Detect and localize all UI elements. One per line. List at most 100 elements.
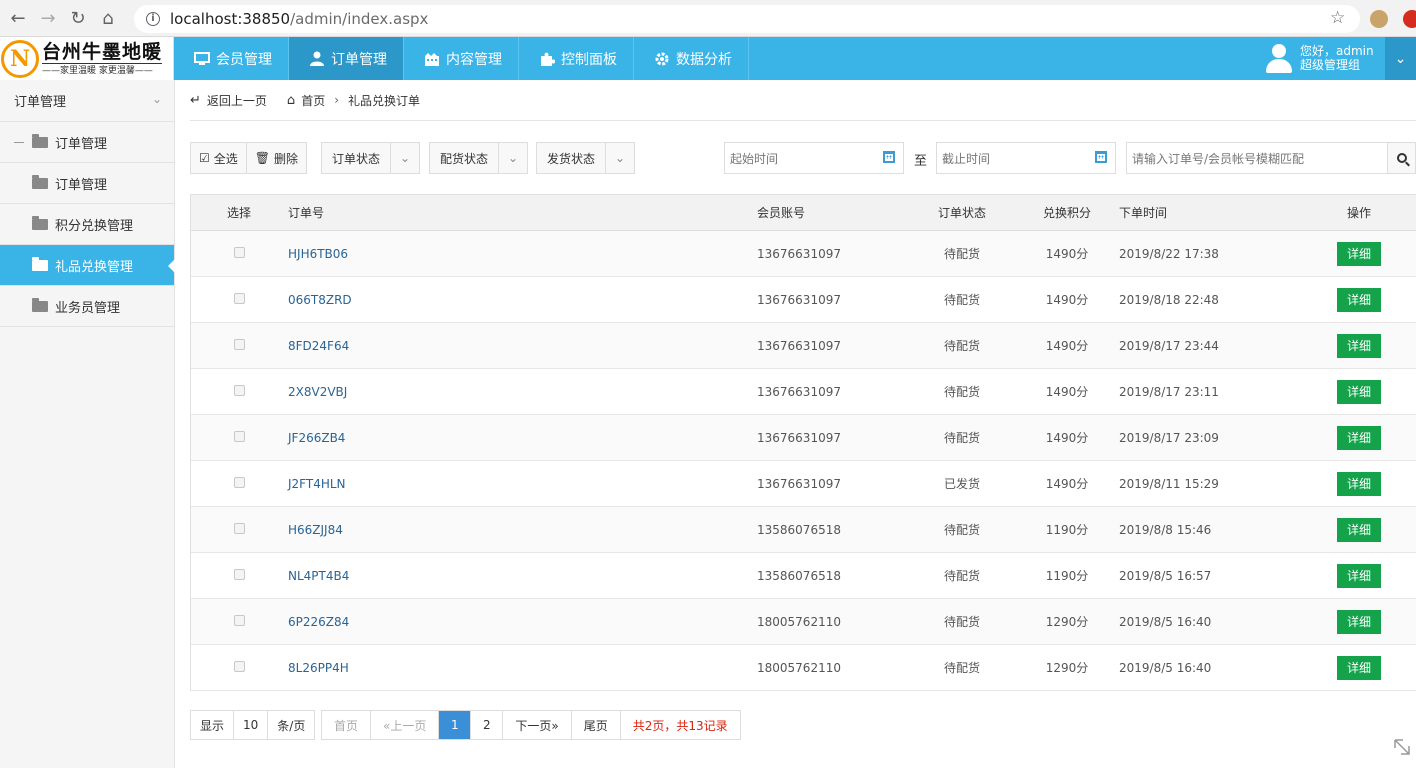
topnav-analytics[interactable]: 数据分析 bbox=[634, 37, 749, 80]
delete-button[interactable]: 🗑 删除 bbox=[245, 143, 306, 173]
exchange-points: 1490分 bbox=[1045, 247, 1089, 261]
topnav-label: 内容管理 bbox=[446, 51, 502, 68]
topnav-orders[interactable]: 订单管理 bbox=[289, 37, 404, 80]
order-number-link[interactable]: HJH6TB06 bbox=[288, 247, 348, 261]
logo[interactable]: N 台州牛墨地暖 ——家里温暖 家更温馨—— bbox=[0, 37, 174, 80]
calendar-icon[interactable] bbox=[1095, 151, 1107, 163]
row-checkbox[interactable] bbox=[233, 430, 245, 442]
order-number-link[interactable]: 8FD24F64 bbox=[288, 339, 349, 353]
next-page-button[interactable]: 下一页» bbox=[502, 711, 570, 739]
order-number-link[interactable]: JF266ZB4 bbox=[288, 431, 345, 445]
member-account: 18005762110 bbox=[757, 660, 841, 675]
pagination-summary: 共2页，共13记录 bbox=[619, 711, 740, 739]
back-link[interactable]: ↵ 返回上一页 bbox=[190, 92, 267, 109]
row-checkbox[interactable] bbox=[233, 338, 245, 350]
order-number-link[interactable]: J2FT4HLN bbox=[288, 477, 346, 491]
end-date-input[interactable]: 截止时间 bbox=[936, 142, 1116, 174]
sidebar-item-orders[interactable]: 订单管理 bbox=[0, 163, 174, 204]
sidebar-header[interactable]: 订单管理 ⌄ bbox=[0, 80, 174, 122]
last-page-button[interactable]: 尾页 bbox=[570, 711, 620, 739]
table-row: H66ZJJ84 13586076518 待配货 1190分 2019/8/8 15:4… bbox=[191, 507, 1416, 553]
row-select-cell bbox=[191, 384, 287, 399]
row-checkbox[interactable] bbox=[233, 522, 245, 534]
select-all-button[interactable]: ☑ 全选 bbox=[191, 143, 246, 173]
sidebar-item-orders-group[interactable]: 订单管理 bbox=[0, 122, 174, 163]
topnav-label: 订单管理 bbox=[331, 51, 387, 68]
ship-status-select[interactable]: 发货状态 ⌄ bbox=[536, 142, 636, 174]
order-time: 2019/8/22 17:38 bbox=[1119, 246, 1219, 261]
collapse-icon bbox=[14, 141, 24, 143]
topnav-control[interactable]: 控制面板 bbox=[519, 37, 634, 80]
column-header: 选择 bbox=[226, 206, 251, 220]
sidebar-item-label: 订单管理 bbox=[55, 136, 108, 152]
page-number-current[interactable]: 1 bbox=[438, 711, 471, 739]
chevron-down-icon[interactable]: ⌄ bbox=[1385, 37, 1416, 80]
row-checkbox[interactable] bbox=[233, 292, 245, 304]
order-status-select[interactable]: 订单状态 ⌄ bbox=[321, 142, 421, 174]
row-checkbox[interactable] bbox=[233, 246, 245, 258]
exchange-points: 1490分 bbox=[1045, 293, 1089, 307]
return-icon: ↵ bbox=[190, 92, 201, 108]
start-date-input[interactable]: 起始时间 bbox=[724, 142, 904, 174]
topnav-member[interactable]: 会员管理 bbox=[174, 37, 289, 80]
user-panel[interactable]: 您好，admin 超级管理组 bbox=[1264, 43, 1374, 73]
topnav-content[interactable]: 内容管理 bbox=[404, 37, 519, 80]
row-checkbox[interactable] bbox=[233, 476, 245, 488]
order-number-link[interactable]: 6P226Z84 bbox=[288, 615, 349, 629]
table-row: 8FD24F64 13676631097 待配货 1490分 2019/8/17 23:… bbox=[191, 323, 1416, 369]
search-input[interactable]: 请输入订单号/会员帐号模糊匹配 bbox=[1126, 142, 1416, 174]
address-bar[interactable]: i localhost:38850/admin/index.aspx bbox=[134, 5, 1360, 33]
extension-icon[interactable] bbox=[1370, 10, 1388, 28]
row-checkbox[interactable] bbox=[233, 660, 245, 672]
breadcrumb-current: 礼品兑换订单 bbox=[348, 93, 421, 108]
avatar bbox=[1264, 43, 1294, 73]
info-icon[interactable]: i bbox=[146, 12, 160, 26]
detail-button[interactable]: 详细 bbox=[1337, 241, 1381, 266]
home-link[interactable]: ⌂ 首页 bbox=[267, 92, 325, 109]
page-size-input[interactable]: 10 bbox=[233, 711, 267, 739]
detail-button[interactable]: 详细 bbox=[1337, 655, 1381, 680]
sidebar-item-points-exchange[interactable]: 积分兑换管理 bbox=[0, 204, 174, 245]
detail-button[interactable]: 详细 bbox=[1337, 563, 1381, 588]
dispatch-status-select[interactable]: 配货状态 ⌄ bbox=[429, 142, 529, 174]
column-header: 会员账号 bbox=[757, 206, 806, 220]
order-number-link[interactable]: 8L26PP4H bbox=[288, 661, 349, 675]
resize-handle-icon[interactable] bbox=[1393, 738, 1411, 756]
gear-icon bbox=[654, 51, 670, 67]
order-number-link[interactable]: 066T8ZRD bbox=[288, 293, 352, 307]
home-icon[interactable]: ⌂ bbox=[96, 6, 120, 30]
sidebar-item-salesman[interactable]: 业务员管理 bbox=[0, 286, 174, 327]
calendar-icon[interactable] bbox=[883, 151, 895, 163]
detail-button[interactable]: 详细 bbox=[1337, 471, 1381, 496]
order-number-link[interactable]: 2X8V2VBJ bbox=[288, 385, 347, 399]
search-button[interactable] bbox=[1387, 143, 1415, 173]
sidebar-item-gift-exchange[interactable]: 礼品兑换管理 bbox=[0, 245, 175, 286]
sidebar: 订单管理 ⌄ 订单管理 订单管理 积分兑换管理 礼品兑换管理 业务员管理 bbox=[0, 80, 175, 768]
order-number-link[interactable]: NL4PT4B4 bbox=[288, 569, 349, 583]
page-number[interactable]: 2 bbox=[470, 711, 502, 739]
forward-arrow-icon[interactable]: → bbox=[36, 6, 60, 30]
row-checkbox[interactable] bbox=[233, 384, 245, 396]
bookmark-star-icon[interactable]: ☆ bbox=[1330, 8, 1345, 28]
detail-button[interactable]: 详细 bbox=[1337, 333, 1381, 358]
order-number-link[interactable]: H66ZJJ84 bbox=[288, 523, 343, 537]
row-checkbox[interactable] bbox=[233, 568, 245, 580]
first-page-button[interactable]: 首页 bbox=[322, 711, 370, 739]
detail-button[interactable]: 详细 bbox=[1337, 287, 1381, 312]
detail-button[interactable]: 详细 bbox=[1337, 517, 1381, 542]
column-header: 订单状态 bbox=[937, 206, 986, 220]
order-status: 已发货 bbox=[943, 477, 980, 491]
detail-button[interactable]: 详细 bbox=[1337, 425, 1381, 450]
top-header: N 台州牛墨地暖 ——家里温暖 家更温馨—— 会员管理 订单管理 内容管理 控制… bbox=[0, 37, 1416, 80]
detail-button[interactable]: 详细 bbox=[1337, 379, 1381, 404]
back-arrow-icon[interactable]: ← bbox=[6, 6, 30, 30]
detail-button[interactable]: 详细 bbox=[1337, 609, 1381, 634]
folder-open-icon bbox=[32, 256, 48, 271]
prev-page-button[interactable]: «上一页 bbox=[370, 711, 438, 739]
folder-icon bbox=[32, 215, 48, 230]
reload-icon[interactable]: ↻ bbox=[66, 6, 90, 30]
order-status: 待配货 bbox=[943, 247, 980, 261]
user-role: 超级管理组 bbox=[1300, 58, 1361, 72]
extension-icon[interactable] bbox=[1403, 10, 1416, 28]
row-checkbox[interactable] bbox=[233, 614, 245, 626]
